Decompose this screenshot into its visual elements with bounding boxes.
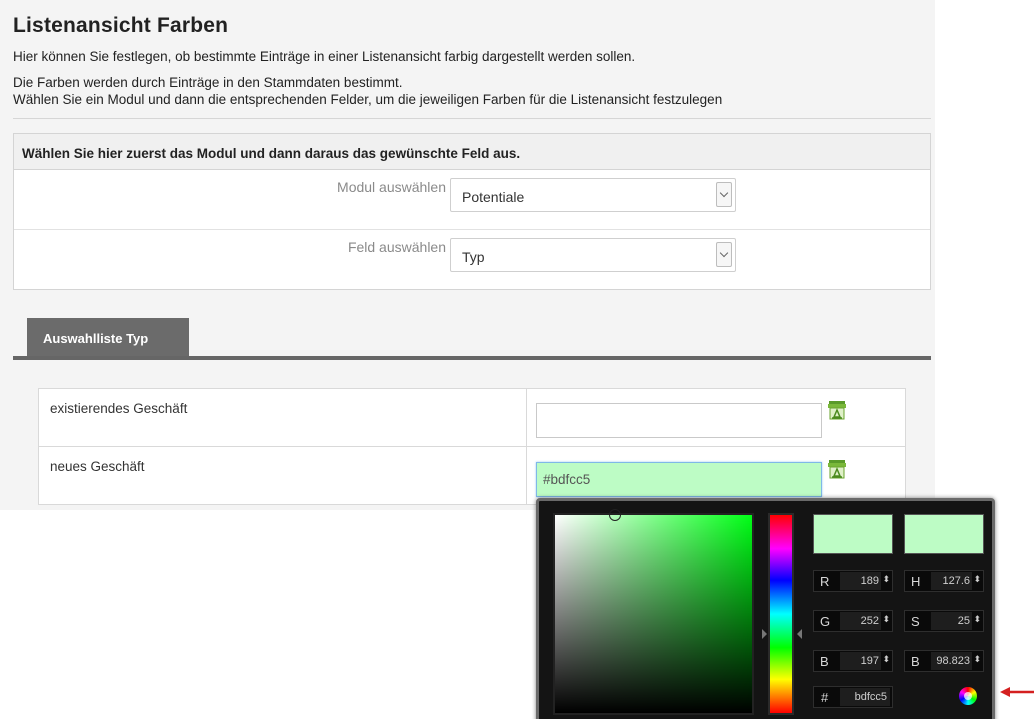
- module-select[interactable]: Potentiale: [450, 178, 736, 212]
- field-row: Feld auswählen Typ: [14, 230, 930, 289]
- table-row: neues Geschäft: [39, 447, 905, 505]
- new-color-swatch: [813, 514, 893, 554]
- brightness-channel-field[interactable]: B 98.823 ⬍: [904, 650, 984, 672]
- hue-slider-arrow-left[interactable]: [762, 629, 767, 639]
- page-description-2: Die Farben werden durch Einträge in den …: [13, 75, 403, 90]
- sv-marker[interactable]: [609, 509, 621, 521]
- selection-header: Wählen Sie hier zuerst das Modul und dan…: [14, 134, 930, 170]
- field-label: Feld auswählen: [347, 239, 446, 255]
- page-description-1: Hier können Sie festlegen, ob bestimmte …: [13, 49, 636, 64]
- field-select-value: Typ: [462, 249, 485, 265]
- table-row: existierendes Geschäft: [39, 389, 905, 447]
- module-field-selection: Wählen Sie hier zuerst das Modul und dan…: [13, 133, 931, 290]
- color-assignment-table: existierendes Geschäft neues Geschäft: [38, 388, 906, 505]
- hex-value[interactable]: bdfcc5: [840, 688, 890, 706]
- page-title: Listenansicht Farben: [13, 14, 229, 37]
- hex-label: #: [821, 690, 829, 705]
- tab-underline: [13, 356, 931, 360]
- hue-value[interactable]: 127.6: [931, 572, 972, 590]
- green-channel-field[interactable]: G 252 ⬍: [813, 610, 893, 632]
- blue-channel-field[interactable]: B 197 ⬍: [813, 650, 893, 672]
- red-channel-field[interactable]: R 189 ⬍: [813, 570, 893, 592]
- hue-channel-field[interactable]: H 127.6 ⬍: [904, 570, 984, 592]
- divider: [13, 118, 931, 119]
- color-input[interactable]: [536, 403, 822, 438]
- spinner-icon[interactable]: ⬍: [973, 654, 981, 665]
- column-divider: [526, 447, 527, 505]
- column-divider: [526, 389, 527, 446]
- red-label: R: [820, 574, 830, 589]
- row-label: neues Geschäft: [50, 459, 145, 474]
- hue-label: H: [911, 574, 921, 589]
- spinner-icon[interactable]: ⬍: [882, 574, 890, 585]
- spinner-icon[interactable]: ⬍: [882, 614, 890, 625]
- current-color-swatch[interactable]: [904, 514, 984, 554]
- color-wheel-icon[interactable]: [959, 687, 977, 705]
- module-label: Modul auswählen: [337, 179, 446, 195]
- brightness-value[interactable]: 98.823: [931, 652, 972, 670]
- page-description-3: Wählen Sie ein Modul und dann die entspr…: [13, 92, 723, 107]
- spinner-icon[interactable]: ⬍: [973, 574, 981, 585]
- hex-field[interactable]: # bdfcc5: [813, 686, 893, 708]
- row-label: existierendes Geschäft: [50, 401, 188, 416]
- blue-label: B: [820, 654, 829, 669]
- saturation-value-field[interactable]: [553, 509, 754, 715]
- tab-auswahlliste-typ[interactable]: Auswahlliste Typ: [27, 318, 189, 358]
- saturation-value[interactable]: 25: [931, 612, 972, 630]
- spinner-icon[interactable]: ⬍: [882, 654, 890, 665]
- blue-value[interactable]: 197: [840, 652, 881, 670]
- hue-slider-arrow-right[interactable]: [797, 629, 802, 639]
- color-picker: R 189 ⬍ H 127.6 ⬍ G 252 ⬍ S 25 ⬍ B 197 ⬍…: [536, 498, 995, 719]
- clear-color-icon[interactable]: [826, 399, 848, 421]
- green-label: G: [820, 614, 831, 629]
- red-value[interactable]: 189: [840, 572, 881, 590]
- green-value[interactable]: 252: [840, 612, 881, 630]
- chevron-down-icon[interactable]: [716, 242, 732, 267]
- module-select-value: Potentiale: [462, 189, 525, 205]
- chevron-down-icon[interactable]: [716, 182, 732, 207]
- color-input-active[interactable]: [536, 462, 822, 497]
- saturation-channel-field[interactable]: S 25 ⬍: [904, 610, 984, 632]
- brightness-label: B: [911, 654, 920, 669]
- hue-slider[interactable]: [768, 513, 794, 715]
- saturation-label: S: [911, 614, 920, 629]
- annotation-arrow-icon: [1000, 687, 1034, 697]
- field-select[interactable]: Typ: [450, 238, 736, 272]
- spinner-icon[interactable]: ⬍: [973, 614, 981, 625]
- clear-color-icon[interactable]: [826, 458, 848, 480]
- module-row: Modul auswählen Potentiale: [14, 170, 930, 230]
